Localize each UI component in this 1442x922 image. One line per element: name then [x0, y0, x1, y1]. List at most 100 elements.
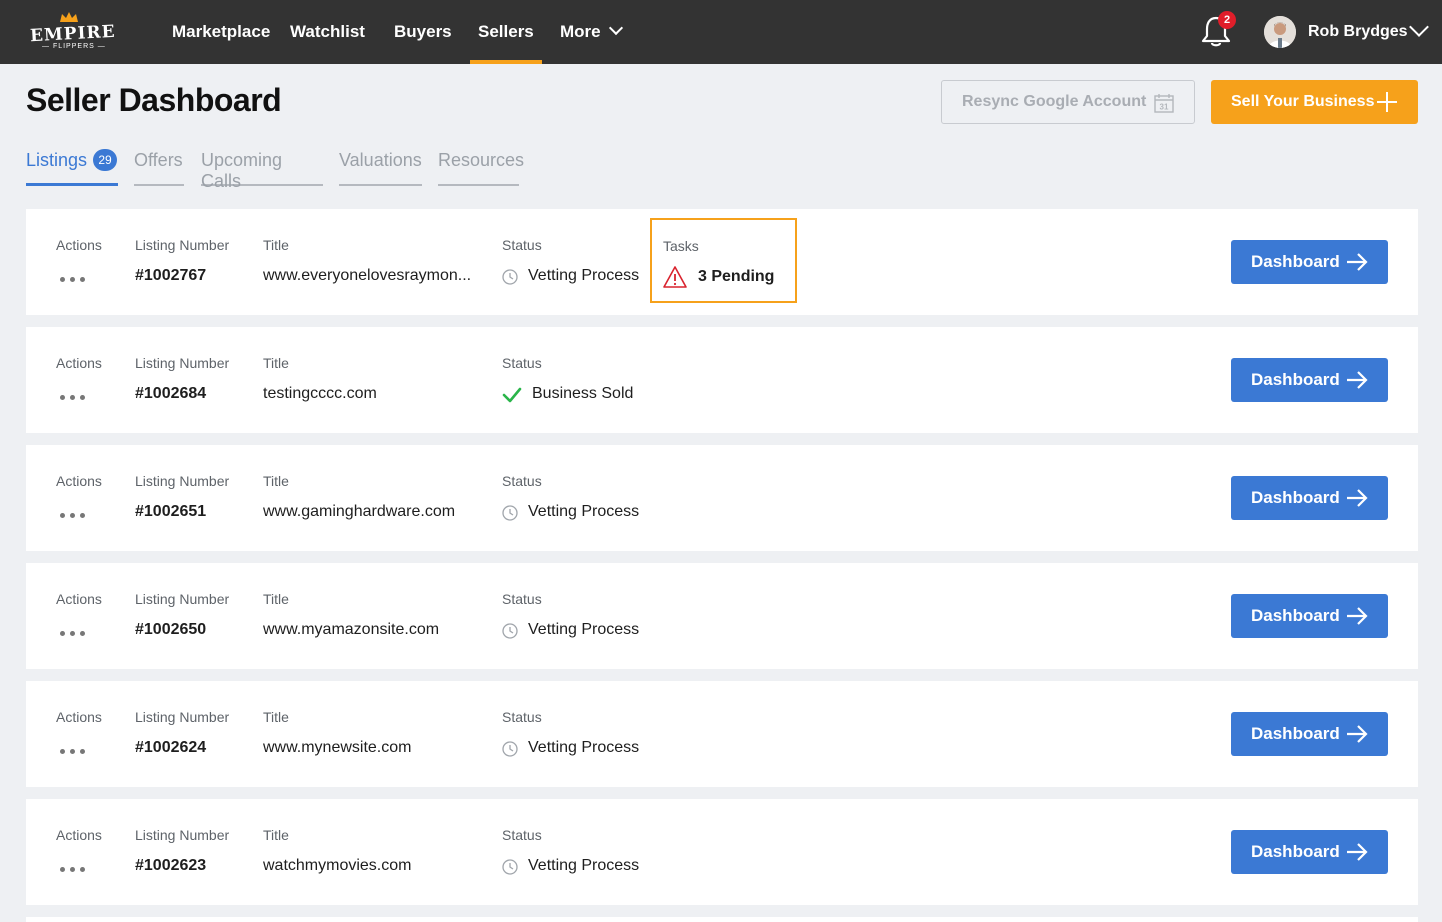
nav-more[interactable]: More — [560, 0, 623, 64]
listing-number: #1002767 — [135, 267, 207, 284]
listing-status: Business Sold — [532, 385, 634, 402]
listing-status: Vetting Process — [528, 621, 640, 638]
logo-subtext: — FLIPPERS — — [42, 43, 106, 50]
listing-title: www.mynewsite.com — [263, 739, 412, 756]
nav-watchlist[interactable]: Watchlist — [290, 0, 365, 64]
dashboard-button[interactable]: Dashboard — [1231, 476, 1388, 520]
listing-card: Actions Listing Number #1002624 Title ww… — [26, 681, 1418, 787]
arrow-right-icon — [1347, 371, 1368, 389]
listing-number-label: Listing Number — [135, 355, 230, 371]
calendar-icon: 31 — [1154, 94, 1174, 113]
notification-count-badge: 2 — [1218, 11, 1236, 29]
nav-marketplace[interactable]: Marketplace — [172, 0, 270, 64]
title-label: Title — [263, 473, 289, 489]
user-name[interactable]: Rob Brydges — [1308, 0, 1408, 64]
actions-menu-icon[interactable] — [60, 867, 86, 873]
svg-text:31: 31 — [1160, 103, 1169, 112]
actions-label: Actions — [56, 827, 102, 843]
tasks-highlight-box[interactable]: Tasks 3 Pending — [650, 218, 797, 303]
listing-title: testingcccc.com — [263, 385, 377, 402]
title-label: Title — [263, 827, 289, 843]
dashboard-label: Dashboard — [1251, 488, 1340, 507]
listing-number-label: Listing Number — [135, 237, 230, 253]
tab-resources[interactable]: Resources — [438, 150, 524, 186]
crown-icon — [60, 12, 78, 22]
arrow-right-icon — [1347, 607, 1368, 625]
listing-number: #1002651 — [135, 503, 207, 520]
actions-menu-icon[interactable] — [60, 395, 86, 401]
listing-number: #1002684 — [135, 385, 207, 402]
listing-card: Actions Listing Number #1002684 Title te… — [26, 327, 1418, 433]
tasks-label: Tasks — [663, 238, 699, 254]
actions-label: Actions — [56, 237, 102, 253]
tab-valuations[interactable]: Valuations — [339, 150, 422, 186]
empire-flippers-logo[interactable]: EMPIRE — FLIPPERS — — [26, 10, 116, 54]
actions-label: Actions — [56, 709, 102, 725]
tab-listings-label: Listings — [26, 150, 88, 170]
listing-title: watchmymovies.com — [263, 857, 412, 874]
listing-number-label: Listing Number — [135, 827, 230, 843]
warning-triangle-icon — [663, 266, 687, 288]
sell-your-business-button[interactable]: Sell Your Business — [1211, 80, 1418, 124]
listing-status: Vetting Process — [528, 857, 640, 874]
dashboard-button[interactable]: Dashboard — [1231, 358, 1388, 402]
nav-more-label: More — [560, 22, 601, 41]
actions-menu-icon[interactable] — [60, 513, 86, 519]
actions-menu-icon[interactable] — [60, 749, 86, 755]
status-label: Status — [502, 591, 542, 607]
listing-title: www.myamazonsite.com — [263, 621, 440, 638]
tab-offers[interactable]: Offers — [134, 150, 184, 186]
status-label: Status — [502, 709, 542, 725]
resync-google-account-button[interactable]: Resync Google Account 31 — [941, 80, 1195, 124]
listings-count-badge: 29 — [93, 149, 118, 171]
dashboard-button[interactable]: Dashboard — [1231, 712, 1388, 756]
clock-icon — [502, 269, 518, 285]
listing-number-label: Listing Number — [135, 473, 230, 489]
dashboard-label: Dashboard — [1251, 842, 1340, 861]
listing-card — [26, 917, 1418, 922]
user-menu-chevron-icon[interactable] — [1409, 17, 1429, 37]
dashboard-button[interactable]: Dashboard — [1231, 594, 1388, 638]
dashboard-button[interactable]: Dashboard — [1231, 830, 1388, 874]
listing-title: www.gaminghardware.com — [263, 503, 456, 520]
listing-number: #1002624 — [135, 739, 207, 756]
actions-menu-icon[interactable] — [60, 631, 86, 637]
listing-title: www.everyonelovesraymon... — [263, 267, 472, 284]
arrow-right-icon — [1347, 253, 1368, 271]
arrow-right-icon — [1347, 725, 1368, 743]
dashboard-label: Dashboard — [1251, 252, 1340, 271]
dashboard-label: Dashboard — [1251, 606, 1340, 625]
listing-number-label: Listing Number — [135, 591, 230, 607]
title-label: Title — [263, 237, 289, 253]
top-navigation-bar: EMPIRE — FLIPPERS — Marketplace Watchlis… — [0, 0, 1442, 64]
dashboard-label: Dashboard — [1251, 724, 1340, 743]
nav-buyers[interactable]: Buyers — [394, 0, 452, 64]
dashboard-button[interactable]: Dashboard — [1231, 240, 1388, 284]
checkmark-icon — [502, 387, 522, 403]
page-title: Seller Dashboard — [26, 82, 282, 118]
listing-card: Actions Listing Number #1002651 Title ww… — [26, 445, 1418, 551]
actions-label: Actions — [56, 355, 102, 371]
dashboard-label: Dashboard — [1251, 370, 1340, 389]
status-label: Status — [502, 355, 542, 371]
status-label: Status — [502, 473, 542, 489]
plus-icon — [1377, 92, 1397, 112]
listing-card: Actions Listing Number #1002650 Title ww… — [26, 563, 1418, 669]
listing-number: #1002650 — [135, 621, 207, 638]
listing-status: Vetting Process — [528, 503, 640, 520]
actions-menu-icon[interactable] — [60, 277, 86, 283]
resync-label: Resync Google Account — [962, 93, 1147, 110]
tasks-pending: 3 Pending — [698, 268, 775, 285]
title-label: Title — [263, 591, 289, 607]
nav-sellers[interactable]: Sellers — [470, 0, 542, 64]
tab-upcoming-calls[interactable]: Upcoming Calls — [201, 150, 323, 191]
sell-label: Sell Your Business — [1231, 93, 1375, 110]
tab-listings[interactable]: Listings 29 — [26, 149, 118, 186]
clock-icon — [502, 741, 518, 757]
listing-number: #1002623 — [135, 857, 207, 874]
clock-icon — [502, 859, 518, 875]
user-avatar[interactable] — [1264, 16, 1296, 48]
arrow-right-icon — [1347, 489, 1368, 507]
actions-label: Actions — [56, 591, 102, 607]
listing-card: Actions Listing Number #1002623 Title wa… — [26, 799, 1418, 905]
